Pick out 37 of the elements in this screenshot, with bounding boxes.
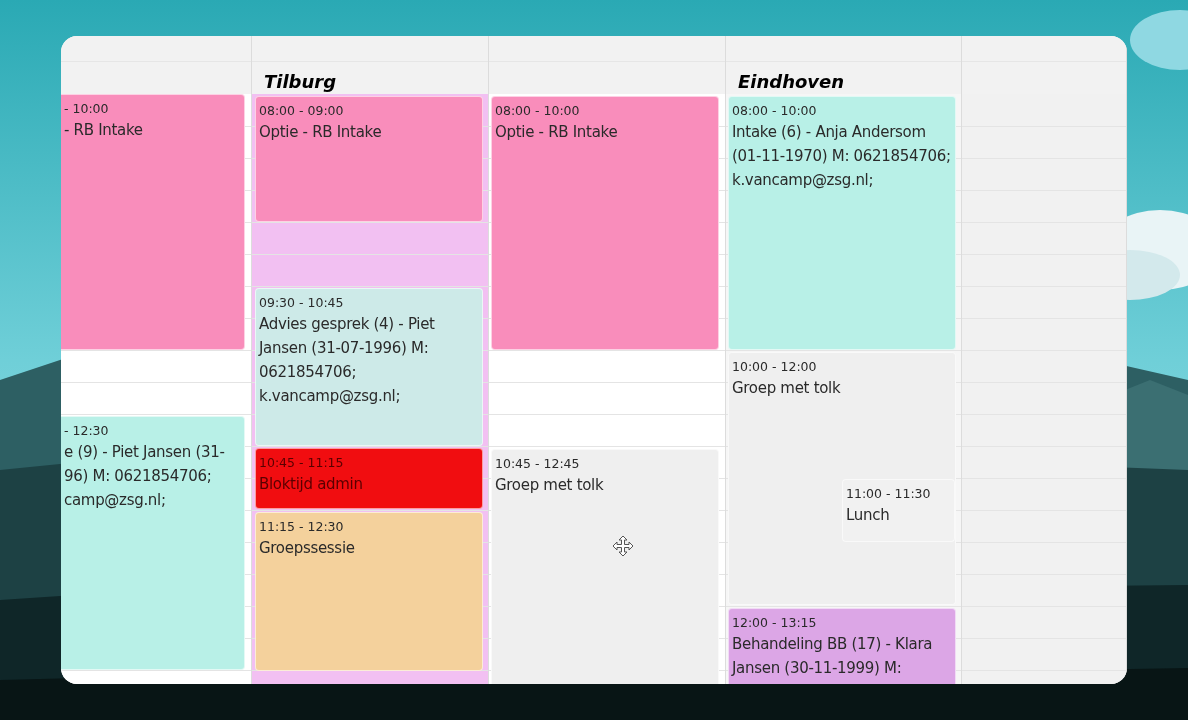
calendar-event[interactable]: 08:00 - 10:00 Optie - RB Intake — [491, 96, 719, 350]
event-title: Optie - RB Intake — [495, 123, 618, 141]
event-title: Bloktijd admin — [259, 475, 363, 493]
event-title: Optie - RB Intake — [259, 123, 382, 141]
event-time: - 12:30 — [64, 423, 109, 438]
event-time: 12:00 - 13:15 — [732, 615, 817, 630]
move-cursor-icon — [612, 535, 634, 557]
calendar-event[interactable]: - 10:00 - RB Intake — [61, 94, 245, 350]
event-title: Groep met tolk — [732, 379, 841, 397]
event-time: 08:00 - 09:00 — [259, 103, 344, 118]
event-time: 10:45 - 11:15 — [259, 455, 344, 470]
calendar-event[interactable]: 09:30 - 10:45 Advies gesprek (4) - Piet Jansen (31-07-1996) M: 0621854706; k.vancamp@zsg.nl; — [255, 288, 483, 446]
event-title: Lunch — [846, 506, 890, 524]
calendar-event[interactable]: - 12:30 e (9) - Piet Jansen (31- 96) M: 0621854706; camp@zsg.nl; — [61, 416, 245, 670]
calendar-event[interactable]: 11:15 - 12:30 Groepssessie — [255, 512, 483, 671]
event-title: Intake (6) - Anja Andersom (01-11-1970) M: 0621854706; k.vancamp@zsg.nl; — [732, 123, 951, 189]
event-title: - RB Intake — [64, 121, 143, 139]
event-time: 09:30 - 10:45 — [259, 295, 344, 310]
event-title: e (9) - Piet Jansen (31- 96) M: 0621854706; camp@zsg.nl; — [64, 443, 225, 509]
column-title: Eindhoven — [737, 70, 845, 93]
event-time: 08:00 - 10:00 — [732, 103, 817, 118]
calendar-event[interactable]: 12:00 - 13:15 Behandeling BB (17) - Klara Jansen (30-11-1999) M: — [728, 608, 956, 684]
event-time: 10:45 - 12:45 — [495, 456, 580, 471]
calendar-event[interactable]: 08:00 - 09:00 Optie - RB Intake — [255, 96, 483, 222]
event-time: - 10:00 — [64, 101, 109, 116]
event-time: 10:00 - 12:00 — [732, 359, 817, 374]
event-time: 11:15 - 12:30 — [259, 519, 344, 534]
event-time: 08:00 - 10:00 — [495, 103, 580, 118]
event-time: 11:00 - 11:30 — [846, 486, 931, 501]
event-title: Groep met tolk — [495, 476, 604, 494]
column-title: Tilburg — [263, 70, 337, 93]
event-title: Behandeling BB (17) - Klara Jansen (30-11-1999) M: — [732, 635, 933, 677]
calendar-event[interactable]: 11:00 - 11:30 Lunch — [842, 479, 955, 542]
calendar-event[interactable]: 08:00 - 10:00 Intake (6) - Anja Andersom (01-11-1970) M: 0621854706; k.vancamp@zsg.nl; — [728, 96, 956, 350]
event-title: Groepssessie — [259, 539, 355, 557]
calendar-event[interactable]: 10:45 - 12:45 Groep met tolk — [491, 449, 719, 684]
event-title: Advies gesprek (4) - Piet Jansen (31-07-1996) M: 0621854706; k.vancamp@zsg.nl; — [259, 315, 435, 405]
